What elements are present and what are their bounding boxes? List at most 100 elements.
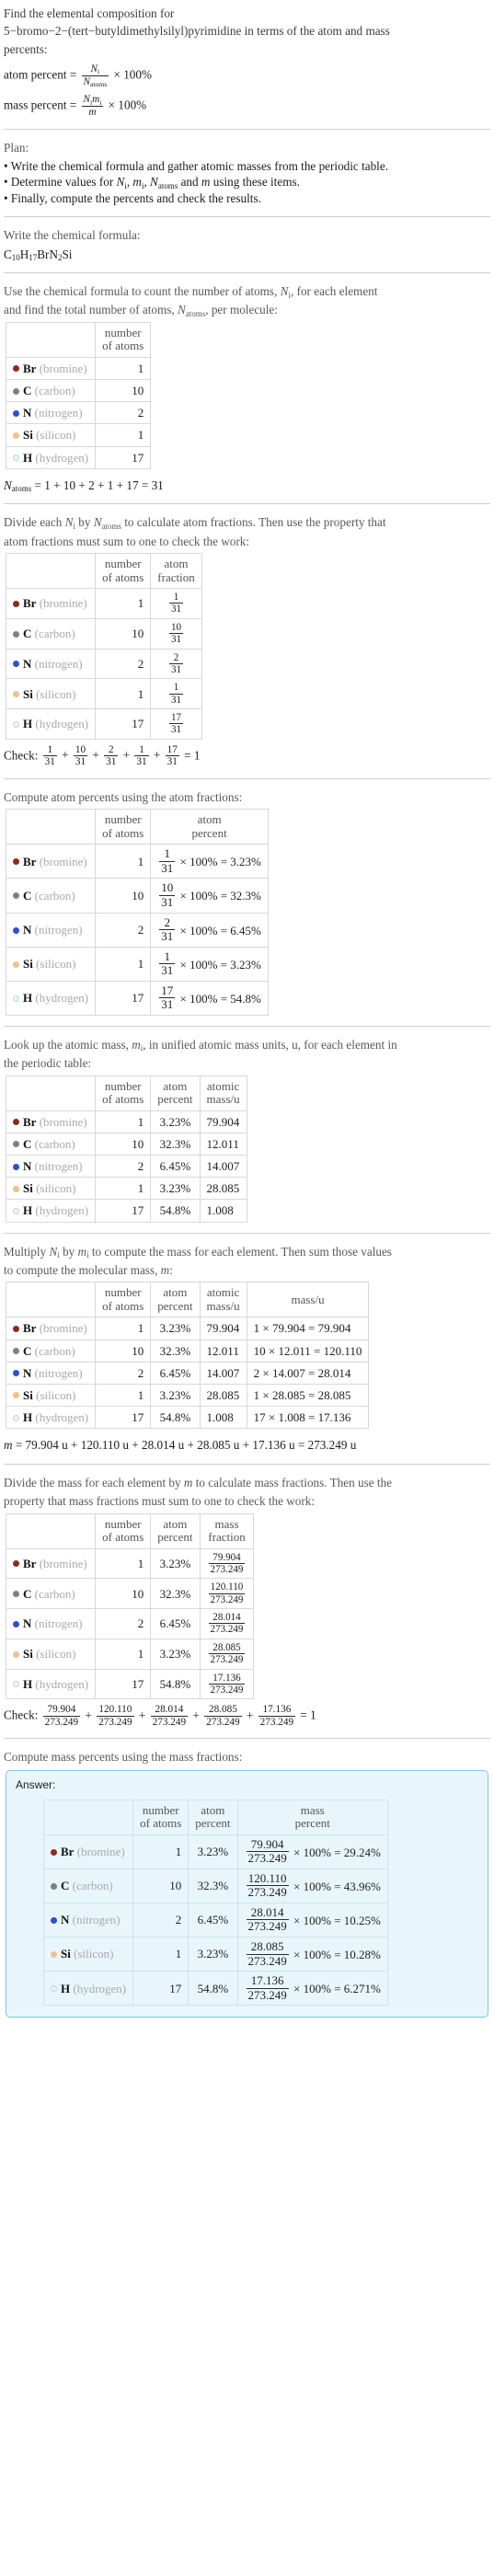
molecular-mass-expression: = 79.904 u + 120.110 u + 28.014 u + 28.0… [15, 1438, 357, 1453]
mass-fraction-section: Divide the mass for each element by m to… [4, 1475, 490, 1729]
table-row: N (nitrogen) 2 6.45% 28.014 273.249 [5, 1608, 255, 1639]
atom-count-value: 1 [132, 1834, 190, 1869]
col-number-of-atoms: number of atoms [132, 1799, 190, 1835]
element-name: (nitrogen) [34, 656, 83, 671]
element-color-dot [51, 1882, 57, 1890]
fraction: 1 31 [168, 682, 184, 706]
element-name: (hydrogen) [35, 450, 89, 465]
atom-count-value: 2 [95, 912, 152, 948]
atom-count-heading-d: , per molecule: [205, 303, 278, 317]
atom-percent-value: 32.3% [188, 1868, 238, 1903]
atom-count-value: 1 [95, 356, 152, 381]
fraction-numerator: 79.904 [208, 1552, 246, 1564]
atom-percent-heading: Compute atom percents using the atom fra… [4, 789, 243, 804]
mass-percent-section: Compute mass percents using the mass fra… [4, 1749, 490, 2018]
divider [4, 216, 490, 218]
col-mass-percent: mass percent [236, 1799, 388, 1835]
atom-percent-table: number of atoms atom percent Br (bromine) 1… [5, 809, 269, 1016]
element-cell: Si (silicon) [5, 1383, 97, 1408]
element-color-dot [13, 1392, 19, 1399]
molecular-mass-line: m = 79.904 u + 120.110 u + 28.014 u + 28… [4, 1438, 357, 1453]
element-symbol: Si [23, 1647, 33, 1662]
divider [4, 128, 490, 130]
col-number-of-atoms: number of atoms [95, 321, 152, 358]
fraction-numerator: 17 [165, 743, 179, 757]
table-row: Si (silicon) 1 1 31 [5, 678, 202, 709]
fraction: 17.136 273.249 [246, 1973, 289, 2002]
atomic-mass-value: 14.007 [199, 1361, 247, 1385]
fraction: 1 31 [42, 744, 57, 768]
atom-percent-expression: 1 31 × 100% = 3.23% [150, 946, 269, 982]
element-symbol: N [23, 406, 32, 420]
atom-fraction-table: number of atoms atom fraction Br (bromine)… [5, 553, 202, 740]
element-cell: Br (bromine) [5, 1110, 97, 1133]
element-symbol: C [61, 1879, 70, 1893]
fraction-numerator: 1 [168, 682, 184, 695]
plan-item-2-and: and [180, 175, 199, 190]
element-color-dot [51, 1848, 57, 1856]
table-row: C (carbon) 10 32.3% 12.011 10 × 12.011 = 120… [5, 1339, 370, 1363]
atom-fraction-heading-c: to calculate atom fractions. Then use th… [124, 515, 386, 530]
atom-fraction-value: 2 31 [150, 648, 202, 680]
element-name: (bromine) [39, 1114, 87, 1129]
element-name: (nitrogen) [72, 1913, 121, 1927]
mass-fraction-heading-b: to calculate mass fractions. Then use th… [195, 1475, 392, 1489]
element-color-dot [13, 1325, 19, 1332]
fraction-numerator: 1 [159, 949, 176, 965]
element-symbol: Si [23, 686, 33, 701]
element-color-dot [13, 1163, 19, 1170]
fraction-denominator: 31 [170, 634, 182, 646]
atom-count-heading-line-1: Use the chemical formula to count the nu… [4, 284, 378, 300]
element-color-dot [13, 661, 19, 668]
element-mass-heading-e: : [169, 1262, 173, 1277]
atomic-mass-section: Look up the atomic mass, mi, in unified … [4, 1037, 490, 1223]
fraction-denominator: 31 [75, 756, 86, 768]
fraction-denominator: 273.249 [210, 1654, 244, 1666]
element-cell: N (nitrogen) [42, 1902, 134, 1938]
table-row: Br (bromine) 1 3.23% 79.904 1 × 79.904 = 79.… [5, 1317, 370, 1340]
fraction-numerator: 10 [168, 621, 184, 635]
fraction: 17 31 [159, 983, 176, 1012]
atomic-mass-value: 28.085 [199, 1177, 247, 1201]
element-cell: Si (silicon) [5, 946, 97, 982]
col-atom-percent: atom percent [150, 809, 269, 845]
atom-count-value: 17 [95, 1199, 152, 1223]
atom-count-value: 10 [95, 1339, 152, 1363]
fraction-denominator: 31 [170, 663, 182, 675]
mass-fraction-value: 120.110 273.249 [199, 1578, 255, 1610]
element-cell: Br (bromine) [42, 1834, 134, 1869]
element-cell: N (nitrogen) [5, 1608, 97, 1639]
table-row: Si (silicon) 1 1 31 × 100% = 3.23% [5, 946, 269, 982]
element-symbol: N [23, 656, 32, 671]
table-row: H (hydrogen) 17 17 31 × 100% = 54.8% [5, 980, 269, 1016]
fraction-numerator: 1 [42, 744, 57, 757]
fraction: 10 31 [159, 881, 176, 909]
check-sum-expression: 1 31 + 10 31 + 2 31 + 1 31 + 17 31 [42, 743, 179, 768]
element-mass-heading-b: by [63, 1244, 75, 1259]
table-row: Br (bromine) 1 1 31 × 100% = 3.23% [5, 844, 269, 880]
col-element [5, 553, 97, 590]
element-cell: H (hydrogen) [5, 1668, 97, 1700]
fraction-denominator: 273.249 [206, 1716, 240, 1728]
atom-count-value: 17 [95, 708, 152, 740]
element-name: (silicon) [36, 428, 76, 443]
element-mass-heading-line-2: to compute the molecular mass, m: [4, 1262, 173, 1277]
mass-fraction-value: 28.085 273.249 [199, 1638, 255, 1670]
element-symbol: Si [23, 428, 33, 443]
element-symbol: Br [23, 854, 37, 868]
fraction-denominator: 273.249 [247, 1987, 287, 2002]
fraction: 28.085 273.249 [208, 1642, 246, 1666]
table-row: H (hydrogen) 17 54.8% 1.008 17 × 1.008 = 17.… [5, 1406, 370, 1430]
element-color-dot [13, 1207, 19, 1214]
table-row: C (carbon) 10 32.3% 12.011 [5, 1132, 247, 1156]
fraction-denominator: 273.249 [44, 1716, 79, 1728]
element-color-dot [13, 387, 19, 395]
element-name: (nitrogen) [34, 923, 83, 937]
divider [4, 1738, 490, 1740]
problem-line-3: percents: [4, 41, 48, 56]
element-symbol: C [23, 627, 32, 641]
atom-count-value: 1 [95, 844, 152, 880]
fraction-numerator: 28.014 [150, 1704, 189, 1717]
element-color-dot [13, 892, 19, 900]
table-header-row: number of atoms atom percent [5, 809, 269, 845]
